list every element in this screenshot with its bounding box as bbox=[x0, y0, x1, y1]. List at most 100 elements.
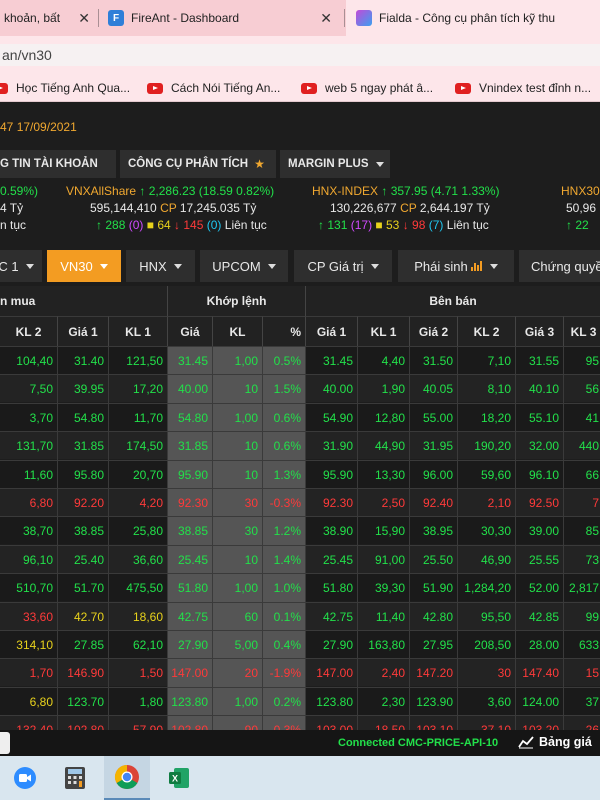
table-cell: 12,80 bbox=[358, 403, 410, 432]
excel-button[interactable]: X bbox=[156, 756, 202, 800]
column-header[interactable]: KL 1 bbox=[109, 316, 168, 346]
taskbar: X bbox=[0, 756, 600, 800]
table-cell: 124.00 bbox=[516, 687, 564, 716]
table-cell: 96.00 bbox=[410, 460, 458, 489]
table-row[interactable]: 131,70 31.85 174,50 31.85 10 0.6% 31.90 44,90 31… bbox=[0, 431, 600, 461]
close-icon[interactable]: ✕ bbox=[320, 10, 332, 27]
column-header[interactable]: KL 2 bbox=[0, 316, 58, 346]
tab-c1[interactable]: C 1 bbox=[0, 250, 42, 282]
column-header[interactable]: Giá 1 bbox=[58, 316, 109, 346]
menu-account[interactable]: G TIN TÀI KHOẢN bbox=[0, 150, 116, 178]
table-cell: 31.50 bbox=[410, 347, 458, 375]
table-cell: 104,40 bbox=[0, 347, 58, 375]
index-hnx30[interactable]: HNX30 bbox=[561, 184, 600, 198]
table-cell: 2,817 bbox=[564, 574, 600, 602]
table-cell: 1,284,20 bbox=[458, 574, 516, 603]
table-row[interactable]: 96,10 25.40 36,60 25.45 10 1.4% 25.45 91,00 25.5… bbox=[0, 544, 600, 574]
column-header[interactable]: Giá bbox=[168, 316, 213, 346]
bookmark-3[interactable]: web 5 ngay phát â... bbox=[301, 79, 433, 97]
table-cell: 38.90 bbox=[306, 517, 358, 546]
table-cell: 27.85 bbox=[58, 631, 109, 659]
table-cell: 54.90 bbox=[306, 403, 358, 432]
table-cell: 0.2% bbox=[263, 687, 306, 716]
column-header[interactable]: KL 2 bbox=[458, 316, 516, 346]
tab-vn30[interactable]: VN30 bbox=[47, 250, 121, 282]
browser-tab-fialda[interactable]: Fialda - Công cụ phân tích kỹ thu bbox=[346, 0, 600, 36]
tab-phai-sinh[interactable]: Phái sinh bbox=[398, 250, 514, 282]
table-cell: 1,90 bbox=[358, 375, 410, 404]
menu-margin[interactable]: MARGIN PLUS bbox=[280, 150, 390, 178]
table-cell: 10 bbox=[213, 460, 263, 489]
table-row[interactable]: 6,80 123.70 1,80 123.80 1,00 0.2% 123.80 2,30 12… bbox=[0, 686, 600, 716]
tab-upcom[interactable]: UPCOM bbox=[200, 250, 288, 282]
column-header[interactable]: KL 1 bbox=[358, 316, 410, 346]
column-header[interactable]: KL bbox=[213, 316, 263, 346]
table-row[interactable]: 314,10 27.85 62,10 27.90 5,00 0.4% 27.90 163,80… bbox=[0, 630, 600, 659]
chart-line-icon bbox=[518, 736, 534, 749]
close-icon[interactable]: ✕ bbox=[78, 10, 90, 27]
bookmark-2[interactable]: Cách Nói Tiếng An... bbox=[147, 79, 280, 97]
table-cell: 96,10 bbox=[0, 545, 58, 574]
table-cell: 31.45 bbox=[306, 347, 358, 375]
table-row[interactable]: 7,50 39.95 17,20 40.00 10 1.5% 40.00 1,90 40.05 8… bbox=[0, 374, 600, 404]
bookmark-1[interactable]: Học Tiếng Anh Qua... bbox=[0, 79, 130, 97]
table-cell: 62,10 bbox=[109, 631, 168, 659]
tab-chung-quyen[interactable]: Chứng quyề bbox=[519, 250, 600, 282]
table-cell: 475,50 bbox=[109, 574, 168, 603]
table-cell: 1,00 bbox=[213, 347, 263, 375]
menu-tools[interactable]: CÔNG CỤ PHÂN TÍCH ★ bbox=[120, 150, 276, 178]
bookmark-4[interactable]: Vnindex test đỉnh n... bbox=[455, 79, 591, 97]
browser-tab-fireant[interactable]: F FireAnt - Dashboard ✕ bbox=[102, 0, 340, 36]
fialda-favicon-icon bbox=[356, 10, 372, 26]
table-row[interactable]: 510,70 51.70 475,50 51.80 1,00 1.0% 51.80 39,30… bbox=[0, 573, 600, 603]
table-row[interactable]: 1,70 146.90 1,50 147.00 20 -1.9% 147.00 2,40 147… bbox=[0, 658, 600, 688]
table-row[interactable]: 104,40 31.40 121,50 31.45 1,00 0.5% 31.45 4,40 3… bbox=[0, 346, 600, 375]
table-cell: 15 bbox=[564, 659, 600, 687]
table-row[interactable]: 11,60 95.80 20,70 95.90 10 1.3% 95.90 13,30 96.0… bbox=[0, 459, 600, 489]
table-cell: 1,50 bbox=[109, 659, 168, 688]
youtube-icon bbox=[0, 82, 8, 94]
tab-hnx[interactable]: HNX bbox=[126, 250, 195, 282]
table-row[interactable]: 3,70 54.80 11,70 54.80 1,00 0.6% 54.90 12,80 55.… bbox=[0, 402, 600, 432]
table-row[interactable]: 33,60 42.70 18,60 42.75 60 0.1% 42.75 11,40 42.8… bbox=[0, 601, 600, 631]
header-match: Khớp lệnh bbox=[168, 286, 306, 316]
url-input[interactable]: an/vn30 bbox=[0, 44, 600, 66]
layout-select[interactable] bbox=[0, 732, 10, 754]
table-cell: 1,00 bbox=[213, 403, 263, 432]
table-cell: 10 bbox=[213, 375, 263, 404]
youtube-icon bbox=[455, 82, 471, 94]
table-cell: 123.70 bbox=[58, 687, 109, 716]
table-cell: 314,10 bbox=[0, 631, 58, 659]
table-cell: 91,00 bbox=[358, 545, 410, 574]
column-header[interactable]: Giá 3 bbox=[516, 316, 564, 346]
table-cell: 7,10 bbox=[458, 347, 516, 375]
price-board-button[interactable]: Bảng giá bbox=[518, 735, 592, 749]
table-cell: 55.10 bbox=[516, 403, 564, 432]
column-header[interactable]: Giá 1 bbox=[306, 316, 358, 346]
table-cell: 1,70 bbox=[0, 659, 58, 688]
table-cell: 96.10 bbox=[516, 460, 564, 489]
table-cell: 92.40 bbox=[410, 489, 458, 517]
zoom-button[interactable] bbox=[2, 756, 48, 800]
column-header[interactable]: % bbox=[263, 316, 306, 346]
table-row[interactable]: 6,80 92.20 4,20 92.30 30 -0.3% 92.30 2,50 92.40 2… bbox=[0, 488, 600, 517]
table-cell: 2,10 bbox=[458, 489, 516, 517]
index-vnxall[interactable]: VNXAllShare ↑ 2,286.23 (18.59 0.82%) bbox=[66, 184, 274, 198]
table-row[interactable]: 38,70 38.85 25,80 38.85 30 1.2% 38.90 15,90 38.9… bbox=[0, 516, 600, 546]
table-cell: 2,30 bbox=[358, 687, 410, 716]
table-cell: 10 bbox=[213, 432, 263, 461]
table-cell: 25.45 bbox=[168, 545, 213, 574]
column-header[interactable]: KL 3 bbox=[564, 316, 600, 346]
column-header[interactable]: Giá 2 bbox=[410, 316, 458, 346]
calculator-icon bbox=[65, 767, 85, 789]
tab-cp-gia-tri[interactable]: CP Giá trị bbox=[294, 250, 392, 282]
table-cell: 51.80 bbox=[168, 574, 213, 603]
table-cell: 3,60 bbox=[458, 687, 516, 716]
browser-tab-1[interactable]: khoản, bất ✕ bbox=[0, 0, 96, 36]
chrome-button[interactable] bbox=[104, 756, 150, 800]
index-hnx[interactable]: HNX-INDEX ↑ 357.95 (4.71 1.33%) bbox=[312, 184, 499, 198]
table-cell: 7 bbox=[564, 489, 600, 517]
table-cell: 18,20 bbox=[458, 403, 516, 432]
bar-chart-icon bbox=[470, 261, 483, 271]
calculator-button[interactable] bbox=[52, 756, 98, 800]
